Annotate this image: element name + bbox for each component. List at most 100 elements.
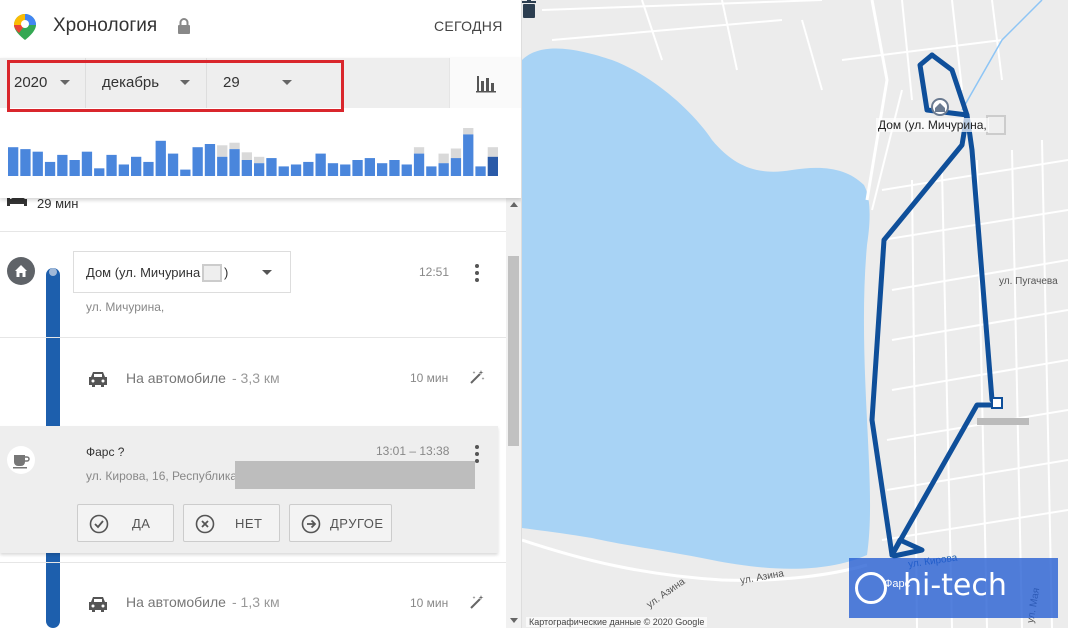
redacted-box [202, 264, 222, 282]
histogram-bar[interactable] [20, 149, 31, 176]
histogram-bar-background [463, 128, 474, 135]
trash-icon[interactable] [522, 0, 536, 18]
home-map-label[interactable]: Дом (ул. Мичурина, [876, 118, 989, 132]
histogram-bar[interactable] [364, 158, 375, 176]
home-place-icon [7, 257, 35, 285]
main-road [865, 0, 889, 201]
histogram-bar[interactable] [180, 169, 191, 176]
histogram-bar[interactable] [463, 134, 474, 176]
visit-title[interactable]: Фарс ? [86, 445, 124, 459]
more-options-icon[interactable] [475, 445, 479, 463]
histogram-bar[interactable] [413, 153, 425, 176]
travel-distance: - 1,3 км [232, 594, 280, 610]
histogram-bar[interactable] [487, 156, 498, 176]
car-icon [89, 597, 107, 612]
travel-mode: На автомобиле [126, 370, 226, 386]
other-place-button[interactable]: ДРУГОЕ [289, 504, 392, 542]
statistics-button[interactable] [449, 58, 521, 108]
histogram-bar[interactable] [155, 140, 166, 176]
histogram-bar[interactable] [44, 161, 56, 176]
histogram-bar[interactable] [315, 153, 326, 176]
histogram-bar[interactable] [327, 163, 339, 176]
histogram-bar-background [254, 156, 265, 164]
scrollbar-thumb[interactable] [508, 256, 519, 446]
histogram-bar[interactable] [217, 156, 228, 176]
redacted-box [986, 115, 1006, 135]
timeline-list: 29 мин Дом (ул. Мичурина ) 12:51 ул. Мич… [0, 192, 521, 628]
histogram-bar[interactable] [266, 158, 277, 176]
histogram-bar[interactable] [118, 164, 129, 176]
histogram-bar[interactable] [32, 151, 43, 176]
more-options-icon[interactable] [475, 264, 479, 282]
place-name-suffix: ) [224, 265, 229, 280]
histogram-bar[interactable] [167, 153, 179, 176]
histogram-bar[interactable] [290, 164, 302, 176]
fars-map-label[interactable]: Фарс [884, 578, 910, 590]
histogram-bar[interactable] [377, 163, 388, 176]
scroll-down-arrow-icon[interactable] [510, 618, 518, 623]
blue-line [961, 0, 1043, 111]
divider [0, 231, 506, 232]
lake-water [522, 48, 871, 569]
histogram-bar[interactable] [241, 160, 252, 176]
histogram-bar[interactable] [303, 161, 314, 176]
travel-duration: 10 мин [410, 371, 449, 385]
home-icon [15, 265, 27, 277]
visit-time: 13:01 – 13:38 [376, 444, 450, 458]
histogram-bar[interactable] [131, 156, 142, 176]
histogram-bar[interactable] [192, 147, 203, 176]
histogram-bar-background [229, 142, 240, 150]
histogram-bar[interactable] [340, 164, 351, 176]
histogram-bar[interactable] [143, 161, 154, 176]
place-dropdown[interactable]: Дом (ул. Мичурина ) [73, 251, 291, 293]
activity-histogram[interactable] [0, 108, 522, 178]
histogram-bar[interactable] [278, 166, 289, 176]
histogram-bar[interactable] [8, 147, 19, 176]
map-attribution: Картографические данные © 2020 Google [526, 617, 708, 627]
histogram-bar[interactable] [389, 160, 400, 176]
histogram-bar[interactable] [254, 163, 265, 176]
watermark-text: hi-tech [903, 568, 1007, 603]
histogram-bar-background [413, 147, 425, 154]
date-selector-bar: 2020 декабрь 29 [0, 58, 522, 198]
watermark-at-icon [855, 572, 887, 604]
chevron-down-icon [262, 270, 272, 275]
cancel-circle-icon [195, 514, 215, 534]
timeline-panel: Хронология СЕГОДНЯ 2020 декабрь 29 29 ми… [0, 0, 522, 628]
histogram-bar[interactable] [69, 160, 80, 176]
histogram-bar[interactable] [450, 158, 462, 176]
map-view[interactable]: Дом (ул. Мичурина, ул. Пугачева ул. Киро… [522, 0, 1068, 628]
check-circle-icon [89, 514, 109, 534]
stop-marker[interactable] [991, 397, 1003, 409]
divider [0, 562, 506, 563]
watermark: hi-tech [849, 558, 1058, 618]
confirm-no-button[interactable]: НЕТ [183, 504, 280, 542]
histogram-bar-background [217, 145, 228, 157]
histogram-bar[interactable] [352, 160, 363, 176]
histogram-bar[interactable] [426, 166, 437, 176]
car-icon [89, 372, 107, 387]
scroll-up-arrow-icon[interactable] [510, 202, 518, 207]
place-name: Дом (ул. Мичурина [86, 265, 201, 280]
travel-distance: - 3,3 км [232, 370, 280, 386]
street-label-pugacheva: ул. Пугачева [999, 276, 1058, 287]
today-button[interactable]: СЕГОДНЯ [434, 18, 503, 34]
histogram-bar[interactable] [57, 154, 68, 176]
confirm-yes-button[interactable]: ДА [77, 504, 174, 542]
magic-wand-icon[interactable] [469, 594, 485, 610]
histogram-bar[interactable] [106, 154, 117, 176]
histogram-bar[interactable] [401, 164, 412, 176]
magic-wand-icon[interactable] [469, 369, 485, 385]
cafe-place-icon [7, 446, 35, 474]
place-address: ул. Мичурина, [86, 300, 165, 314]
button-label: НЕТ [235, 516, 263, 531]
histogram-bar[interactable] [229, 149, 240, 176]
histogram-bar[interactable] [438, 163, 449, 176]
timeline-header: Хронология СЕГОДНЯ [0, 0, 521, 58]
sleep-duration: 29 мин [37, 196, 79, 211]
histogram-bar[interactable] [81, 151, 93, 176]
histogram-bar[interactable] [475, 166, 486, 176]
app-window: Хронология СЕГОДНЯ 2020 декабрь 29 29 ми… [0, 0, 1068, 628]
histogram-bar[interactable] [204, 144, 216, 176]
histogram-bar[interactable] [94, 168, 105, 176]
